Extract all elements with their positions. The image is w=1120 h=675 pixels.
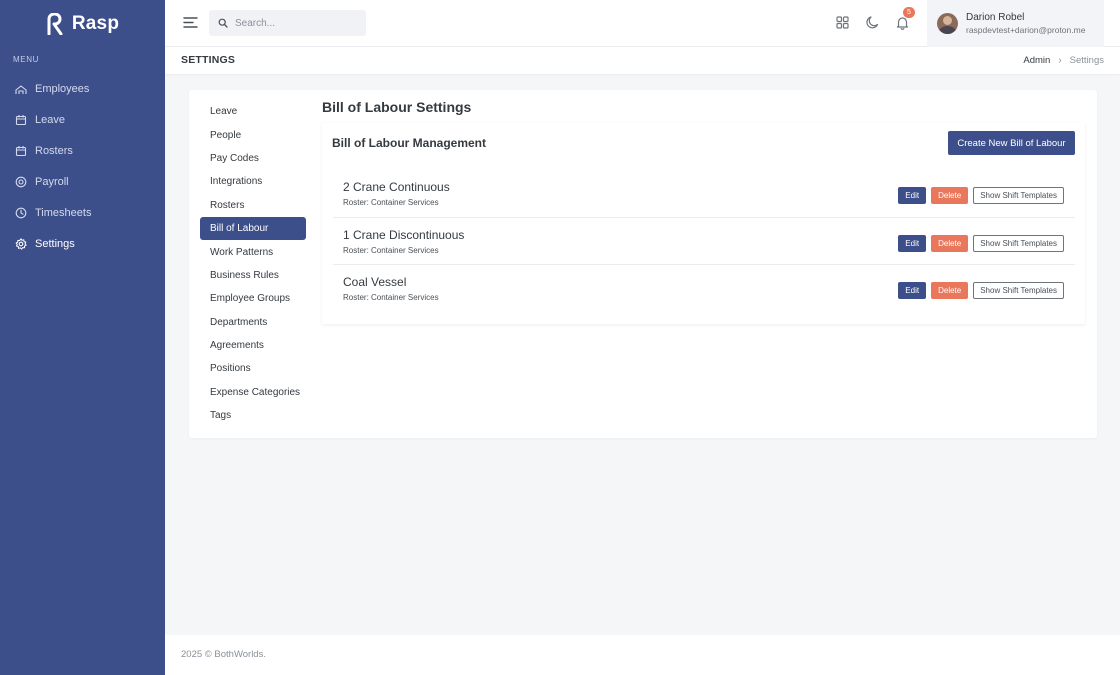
list-item: 2 Crane Continuous Roster: Container Ser…	[333, 170, 1075, 218]
chevron-right-icon: ›	[1058, 55, 1062, 66]
rasp-logo-icon	[47, 12, 63, 35]
settings-nav-expense-categories[interactable]: Expense Categories	[200, 381, 306, 404]
page-title: SETTINGS	[181, 54, 236, 66]
notification-badge: 5	[903, 7, 915, 18]
sidebar-item-label: Payroll	[35, 175, 69, 188]
bill-name: Coal Vessel	[343, 275, 407, 290]
settings-nav-positions[interactable]: Positions	[200, 357, 306, 380]
show-shift-templates-button[interactable]: Show Shift Templates	[973, 234, 1064, 252]
breadcrumb: Admin › Settings	[1023, 55, 1104, 66]
clock-icon	[15, 207, 27, 218]
bill-roster: Roster: Container Services	[343, 293, 439, 303]
sidebar-item-label: Employees	[35, 82, 90, 95]
sidebar-item-settings[interactable]: Settings	[0, 228, 165, 259]
bill-of-labour-management-panel: Bill of Labour Management Create New Bil…	[322, 123, 1085, 324]
calendar-icon	[15, 114, 27, 125]
management-title: Bill of Labour Management	[332, 136, 487, 150]
topbar: 5 Darion Robel raspdevtest+darion@proton…	[165, 0, 1120, 47]
settings-nav-people[interactable]: People	[200, 123, 306, 146]
brand-name: Rasp	[71, 12, 120, 34]
sidebar-item-timesheets[interactable]: Timesheets	[0, 197, 165, 228]
breadcrumb-admin-link[interactable]: Admin	[1023, 55, 1050, 66]
page-title-bar: SETTINGS Admin › Settings	[165, 47, 1120, 74]
dollar-circle-icon	[15, 176, 27, 187]
show-shift-templates-button[interactable]: Show Shift Templates	[973, 282, 1064, 300]
sidebar-item-rosters[interactable]: Rosters	[0, 135, 165, 166]
edit-button[interactable]: Edit	[898, 187, 927, 204]
settings-nav: Leave People Pay Codes Integrations Rost…	[200, 100, 306, 427]
edit-button[interactable]: Edit	[898, 282, 927, 300]
users-icon	[15, 84, 27, 94]
bill-roster: Roster: Container Services	[343, 198, 439, 207]
row-actions: Edit Delete Show Shift Templates	[898, 282, 1064, 300]
delete-button[interactable]: Delete	[931, 187, 969, 204]
calendar-icon	[15, 145, 27, 156]
settings-nav-rosters[interactable]: Rosters	[200, 194, 306, 217]
sidebar-item-leave[interactable]: Leave	[0, 104, 165, 135]
search-box	[209, 10, 366, 36]
brand[interactable]: Rasp	[0, 0, 165, 47]
breadcrumb-current: Settings	[1069, 55, 1104, 66]
settings-nav-employee-groups[interactable]: Employee Groups	[200, 287, 306, 310]
footer: 2025 © BothWorlds.	[165, 635, 1120, 675]
settings-nav-business-rules[interactable]: Business Rules	[200, 264, 306, 287]
menu-title: MENU	[13, 55, 39, 64]
settings-card: Leave People Pay Codes Integrations Rost…	[189, 90, 1097, 438]
sidebar-item-label: Timesheets	[35, 206, 92, 219]
edit-button[interactable]: Edit	[898, 234, 927, 252]
search-input[interactable]	[235, 17, 355, 29]
user-email: raspdevtest+darion@proton.me	[966, 25, 1086, 35]
delete-button[interactable]: Delete	[931, 282, 969, 300]
list-item: Coal Vessel Roster: Container Services E…	[333, 265, 1075, 313]
settings-nav-integrations[interactable]: Integrations	[200, 170, 306, 193]
bill-of-labour-list: 2 Crane Continuous Roster: Container Ser…	[333, 170, 1075, 313]
list-item: 1 Crane Discontinuous Roster: Container …	[333, 218, 1075, 266]
avatar	[937, 13, 958, 34]
sidebar-item-label: Leave	[35, 113, 65, 126]
row-actions: Edit Delete Show Shift Templates	[898, 234, 1064, 252]
sidebar: Rasp MENU Employees Leave Rosters Payrol…	[0, 0, 165, 675]
sidebar-item-employees[interactable]: Employees	[0, 73, 165, 104]
delete-button[interactable]: Delete	[931, 234, 969, 252]
dark-mode-moon-icon[interactable]	[865, 15, 880, 30]
search-icon	[218, 18, 228, 28]
settings-nav-bill-of-labour[interactable]: Bill of Labour	[200, 216, 306, 241]
bill-name: 1 Crane Discontinuous	[343, 227, 465, 242]
sidebar-item-payroll[interactable]: Payroll	[0, 166, 165, 197]
row-actions: Edit Delete Show Shift Templates	[898, 187, 1064, 204]
user-name: Darion Robel	[966, 12, 1025, 23]
settings-nav-pay-codes[interactable]: Pay Codes	[200, 147, 306, 170]
sidebar-item-label: Settings	[35, 237, 75, 250]
settings-nav-agreements[interactable]: Agreements	[200, 334, 306, 357]
settings-nav-leave[interactable]: Leave	[200, 100, 306, 123]
bill-roster: Roster: Container Services	[343, 245, 439, 255]
settings-nav-departments[interactable]: Departments	[200, 311, 306, 334]
settings-nav-work-patterns[interactable]: Work Patterns	[200, 240, 306, 263]
apps-grid-icon[interactable]	[835, 15, 850, 30]
section-title: Bill of Labour Settings	[322, 99, 472, 115]
bill-name: 2 Crane Continuous	[343, 180, 450, 194]
gear-icon	[15, 237, 27, 250]
user-menu[interactable]: Darion Robel raspdevtest+darion@proton.m…	[927, 0, 1104, 47]
sidebar-item-label: Rosters	[35, 144, 73, 157]
footer-copyright: 2025 © BothWorlds.	[181, 649, 266, 660]
create-bill-of-labour-button[interactable]: Create New Bill of Labour	[948, 131, 1075, 155]
show-shift-templates-button[interactable]: Show Shift Templates	[973, 187, 1064, 204]
menu-toggle-icon[interactable]	[183, 15, 198, 30]
settings-nav-tags[interactable]: Tags	[200, 404, 306, 427]
